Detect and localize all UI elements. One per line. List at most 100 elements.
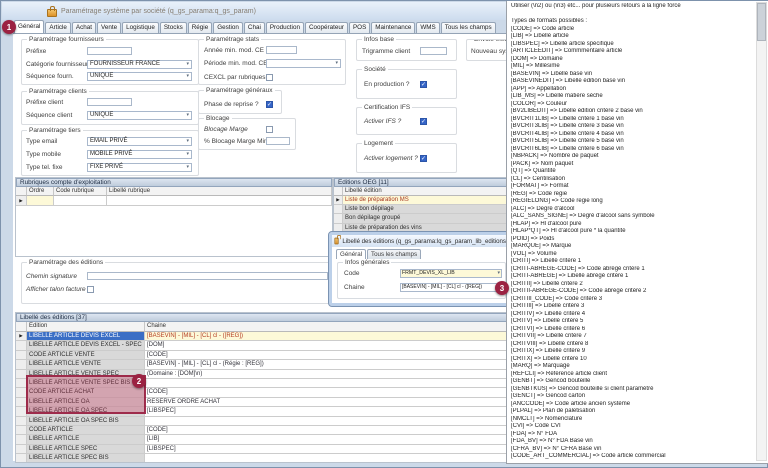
chaine-input[interactable]: [BASEVIN] - [MIL] - [CL] cl - ([REG]) bbox=[400, 283, 502, 292]
blocage-marge-min-label: % Blocage Marge Min bbox=[204, 138, 266, 145]
tooltip-format-line: [CODE_ART_COMMERCIAL] => Code article co… bbox=[511, 453, 753, 461]
tooltip-format-line: [CFRA_BV] => N° CFRA Base vin bbox=[511, 446, 753, 454]
dialog-libelle-editions: Libellé des éditions (q_gs_parama:lq_gs_… bbox=[329, 232, 513, 306]
blocage-marge-checkbox[interactable] bbox=[266, 126, 273, 133]
group-title: Paramétrage fournisseurs bbox=[27, 36, 106, 43]
tooltip-format-line: [CRITV] => Libellé critère 5 bbox=[511, 318, 753, 326]
oeg-row[interactable]: ▶ Liste de préparation des vins bbox=[334, 224, 532, 232]
categorie-fournisseur-select[interactable]: FOURNISSEUR FRANCE▾ bbox=[87, 60, 192, 69]
sequence-client-select[interactable]: UNIQUE▾ bbox=[87, 111, 192, 120]
main-tab[interactable]: Général bbox=[14, 20, 44, 33]
main-tab[interactable]: Maintenance bbox=[371, 22, 415, 33]
check-icon: ✓ bbox=[267, 102, 272, 108]
chevron-down-icon: ▾ bbox=[186, 138, 189, 144]
annee-min-input[interactable] bbox=[266, 46, 297, 54]
sequence-fournisseur-select[interactable]: UNIQUE▾ bbox=[87, 72, 192, 81]
prefixe-client-input[interactable] bbox=[87, 98, 132, 106]
activer-logement-checkbox[interactable]: ✓ bbox=[420, 155, 427, 162]
tooltip-format-line: [APP] => Appellation bbox=[511, 86, 753, 94]
row-marker-icon: ▶ bbox=[336, 197, 339, 202]
column-ordre[interactable]: Ordre bbox=[27, 187, 54, 196]
dialog-titlebar[interactable]: Libellé des éditions (q_gs_parama:lq_gs_… bbox=[332, 235, 510, 247]
type-tel-select[interactable]: FIXE PRIVÉ▾ bbox=[87, 163, 192, 172]
tooltip-format-line: [BVCRIT5LIB] => Libelle critère 5 base v… bbox=[511, 138, 753, 146]
main-tab[interactable]: Achat bbox=[72, 22, 96, 33]
en-production-checkbox[interactable]: ✓ bbox=[420, 81, 427, 88]
tooltip-format-line: [CVI] => Code CVI bbox=[511, 423, 753, 431]
blocage-marge-min-input[interactable] bbox=[266, 137, 290, 145]
tooltip-format-line: [PLPAL] => Plan de paletisation bbox=[511, 408, 753, 416]
tooltip-format-line: [BASEVIN] => Libellé base vin bbox=[511, 71, 753, 79]
periode-min-select[interactable]: ▾ bbox=[266, 59, 341, 68]
chevron-down-icon: ▾ bbox=[186, 151, 189, 157]
tooltip-format-line: [REGIELONG] => Code regie long bbox=[511, 198, 753, 206]
phase-reprise-checkbox[interactable]: ✓ bbox=[266, 101, 273, 108]
window-title: Paramétrage système par société (q_gs_pa… bbox=[61, 8, 256, 15]
main-tab[interactable]: Production bbox=[266, 22, 304, 33]
tooltip-format-line: [HLAP*QT] => Hl d'alcool pure * la quant… bbox=[511, 228, 753, 236]
tooltip-scrollbar[interactable] bbox=[756, 2, 767, 461]
chemin-signature-input[interactable] bbox=[87, 272, 328, 280]
main-tab[interactable]: Coopérateur bbox=[305, 22, 348, 33]
type-mobile-label: Type mobile bbox=[26, 151, 87, 158]
afficher-talon-checkbox[interactable] bbox=[87, 286, 94, 293]
main-tab[interactable]: Régie bbox=[188, 22, 212, 33]
editions-oeg-rows: ▶ Liste de préparation MS ▶ Liste bon dé… bbox=[334, 196, 532, 232]
oeg-row[interactable]: ▶ Bon dépilage groupé bbox=[334, 214, 532, 223]
column-libelle-rubrique[interactable]: Libellé rubrique bbox=[107, 187, 332, 196]
column-edition[interactable]: Edition bbox=[27, 322, 145, 332]
tooltip-format-line: [CRITI] => Libellé critère 1 bbox=[511, 258, 753, 266]
tooltip-format-line: [BASEVINEDIT] => Libellé édition base vi… bbox=[511, 78, 753, 86]
prefixe-input[interactable] bbox=[87, 47, 132, 55]
tooltip-format-line: [GENBT] => Gencod bouteille bbox=[511, 378, 753, 386]
tooltip-format-line: [NBPACK] => Nombre de paquet bbox=[511, 153, 753, 161]
edition-cell: LIBELLÉ ARTICLE OA SPEC BIS bbox=[27, 417, 145, 426]
oeg-row[interactable]: ▶ Liste bon dépilage bbox=[334, 205, 532, 214]
cexcl-checkbox[interactable] bbox=[266, 74, 273, 81]
group-infos-base: Infos base Trigramme client bbox=[356, 39, 457, 61]
tooltip-heading: Types de formats possibles : bbox=[511, 18, 753, 26]
tooltip-format-line: [MARQ] => Marquage bbox=[511, 363, 753, 371]
tooltip-format-line: [BVCRIT3LIB] => Libelle critère 3 base v… bbox=[511, 123, 753, 131]
group-title: Infos générales bbox=[343, 259, 391, 266]
rubriques-empty-row[interactable]: ▶ bbox=[16, 196, 332, 206]
type-mobile-select[interactable]: MOBILE PRIVÉ▾ bbox=[87, 150, 192, 159]
lock-icon bbox=[334, 238, 339, 245]
edition-cell: LIBELLÉ ARTICLE bbox=[27, 435, 145, 444]
tooltip-format-line: [ANCCODE] => Code article ancien système bbox=[511, 401, 753, 409]
column-libelle-edition[interactable]: Libellé édition bbox=[343, 187, 532, 196]
tooltip-format-line: [VOL] => Volume bbox=[511, 251, 753, 259]
column-code-rubrique[interactable]: Code rubrique bbox=[54, 187, 107, 196]
edition-cell: LIBELLÉ ARTICLE DEVIS EXCEL bbox=[27, 332, 145, 341]
afficher-talon-label: Afficher talon facture ? bbox=[26, 286, 87, 293]
main-tab[interactable]: Tous les champs bbox=[441, 22, 496, 33]
trigramme-input[interactable] bbox=[420, 47, 447, 55]
group-societe: Société En production ? ✓ bbox=[356, 69, 457, 99]
tooltip-format-line: [BVCRIT4LIB] => Libelle critère 4 base v… bbox=[511, 131, 753, 139]
group-title: Logement bbox=[362, 140, 395, 147]
main-tab[interactable]: Gestion bbox=[213, 22, 243, 33]
main-tab[interactable]: WMS bbox=[416, 22, 439, 33]
blocage-marge-label: Blocage Marge bbox=[204, 126, 266, 133]
activer-ifs-checkbox[interactable]: ✓ bbox=[420, 118, 427, 125]
tooltip-scrollbar-thumb[interactable] bbox=[757, 3, 766, 41]
main-tab[interactable]: Article bbox=[45, 22, 71, 33]
group-title: Paramétrage tiers bbox=[27, 127, 83, 134]
dialog-tab[interactable]: Tous les champs bbox=[367, 249, 421, 259]
activer-ifs-label: Activer IFS ? bbox=[364, 118, 420, 125]
rubriques-column-headers: Ordre Code rubrique Libellé rubrique bbox=[16, 187, 332, 196]
tooltip-format-line: [FDA] => N° FDA bbox=[511, 431, 753, 439]
tooltip-format-line: [PACK] => Nom paquet bbox=[511, 161, 753, 169]
oeg-row[interactable]: ▶ Liste de préparation MS bbox=[334, 196, 532, 205]
main-tab[interactable]: POS bbox=[349, 22, 370, 33]
main-tab[interactable]: Stocks bbox=[160, 22, 187, 33]
dialog-tab[interactable]: Général bbox=[336, 249, 366, 259]
main-tab[interactable]: Chai bbox=[244, 22, 265, 33]
tooltip-format-line: [CRITIX] => Libellé critère 9 bbox=[511, 348, 753, 356]
type-email-select[interactable]: EMAIL PRIVÉ▾ bbox=[87, 137, 192, 146]
main-tab[interactable]: Vente bbox=[97, 22, 121, 33]
main-tab[interactable]: Logistique bbox=[122, 22, 159, 33]
rubriques-header: Rubriques compte d'exploitation bbox=[16, 178, 332, 187]
code-input[interactable]: FRMT_DEVIS_XL_LIB▾ bbox=[400, 269, 502, 278]
panel-rubriques: Rubriques compte d'exploitation Ordre Co… bbox=[15, 177, 333, 257]
